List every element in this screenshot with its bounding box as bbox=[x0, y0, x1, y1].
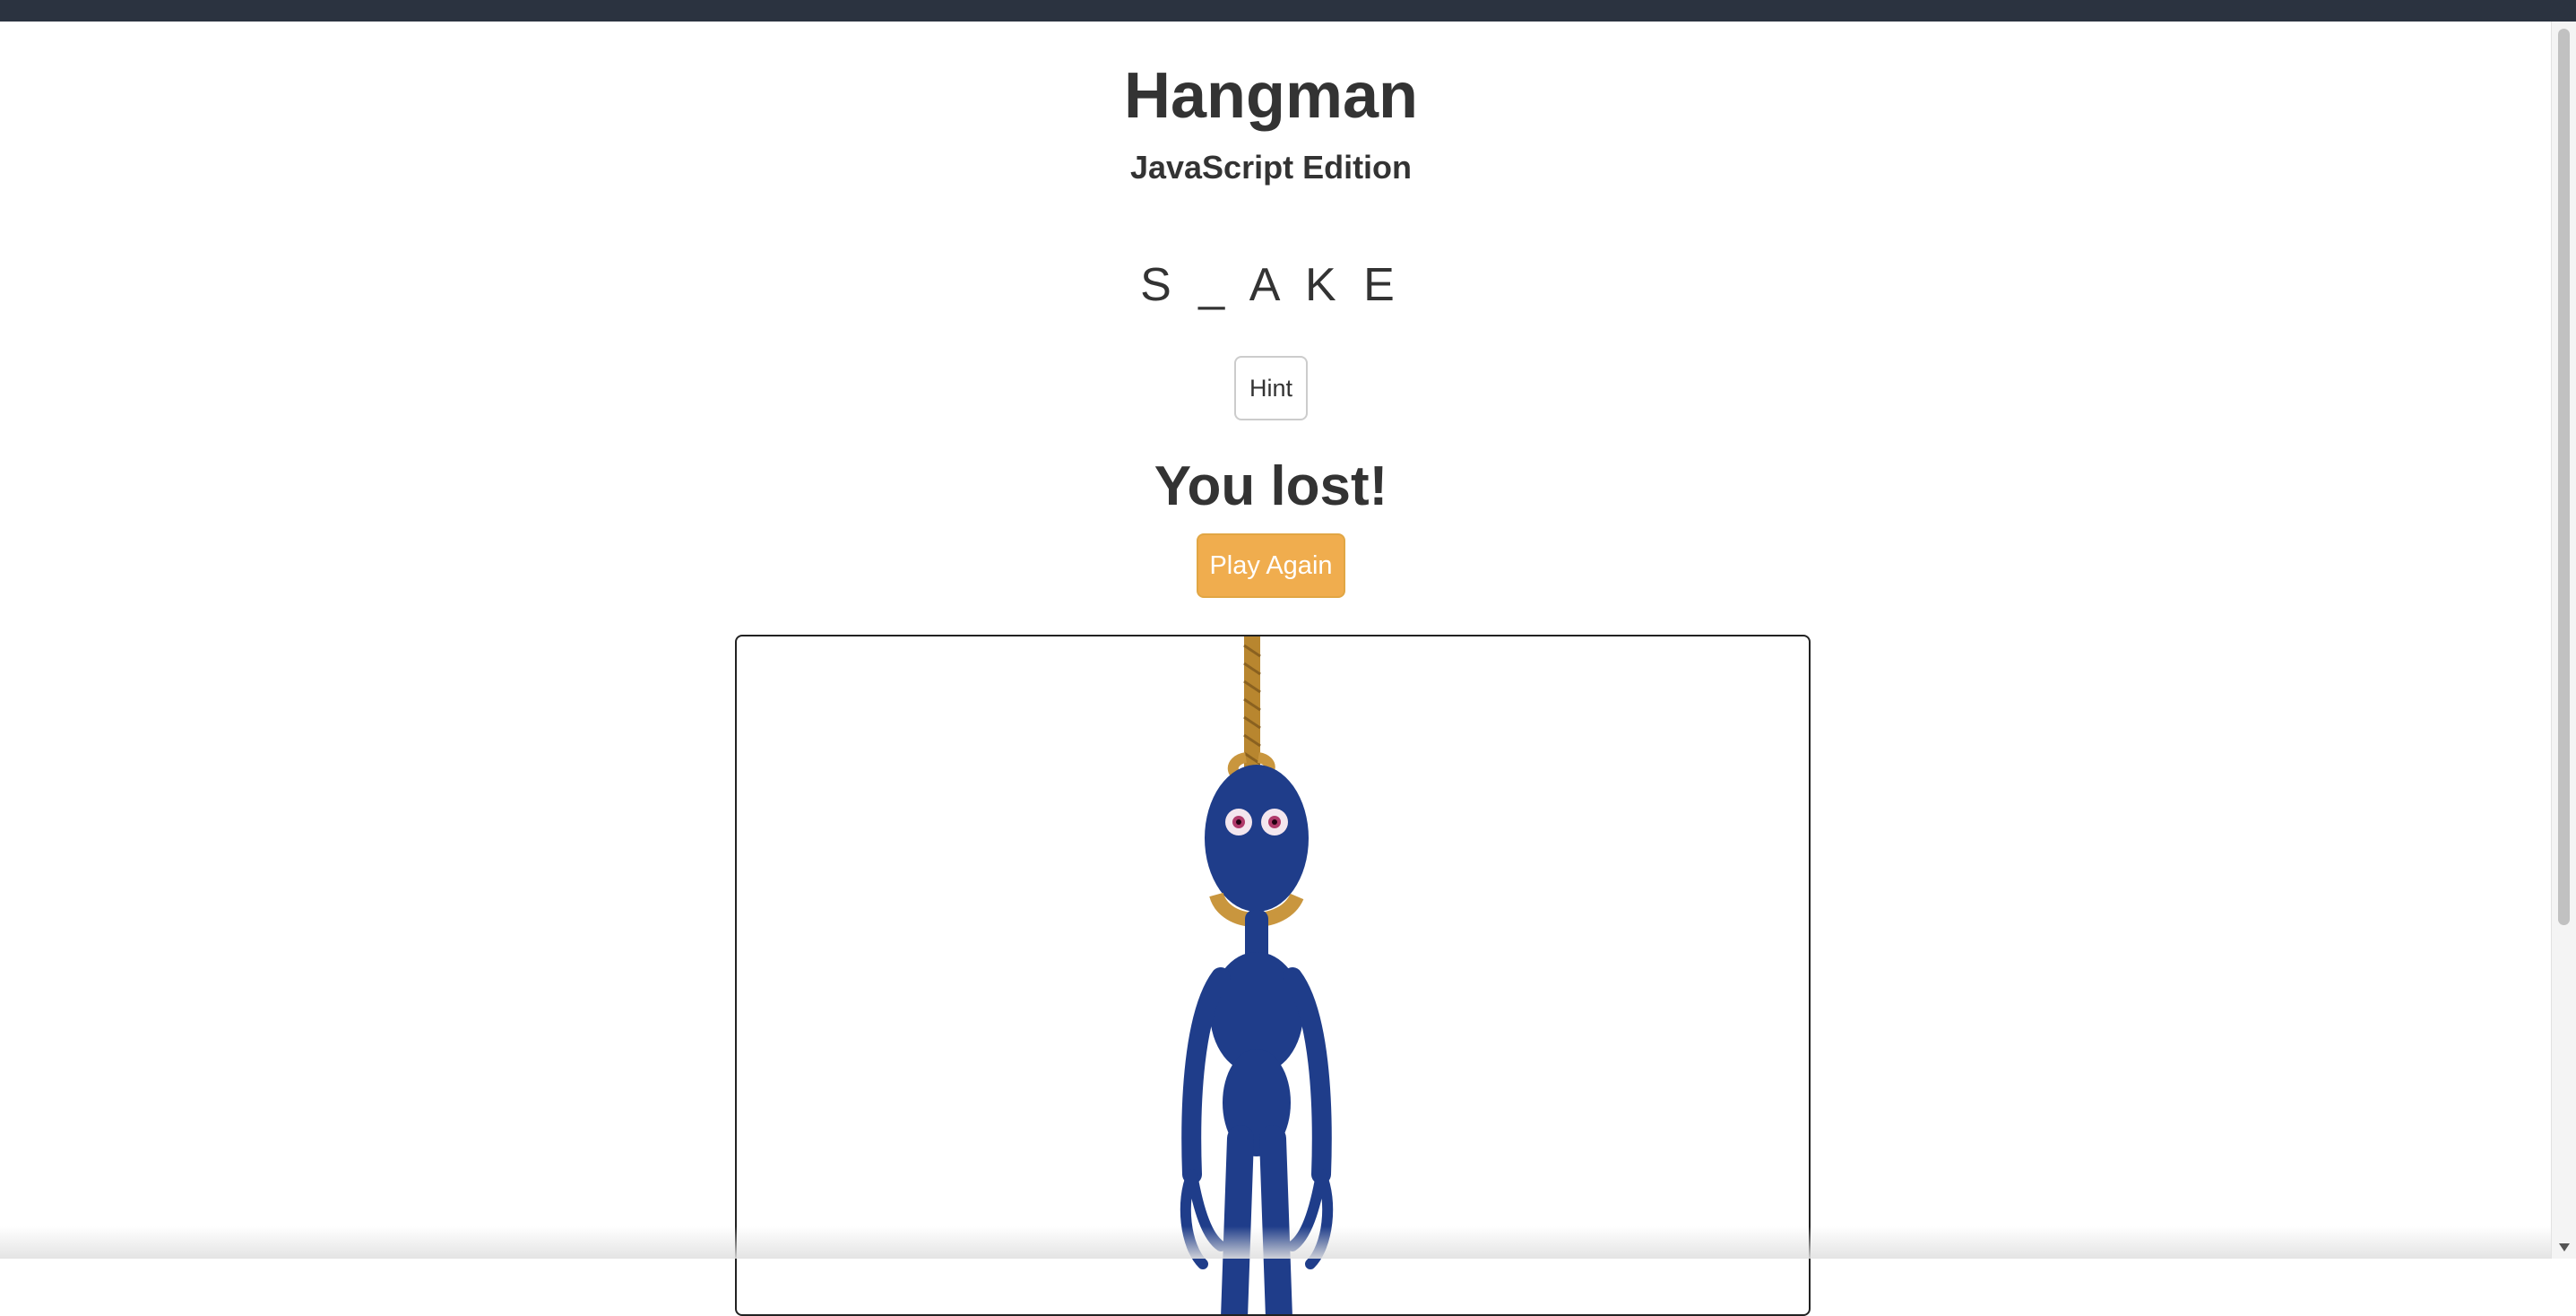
page-subtitle: JavaScript Edition bbox=[1129, 149, 1413, 186]
hint-container: Hint bbox=[0, 356, 2542, 420]
scrollbar-thumb[interactable] bbox=[2558, 29, 2570, 925]
page-title: Hangman bbox=[1123, 60, 1419, 132]
rope-icon bbox=[1227, 636, 1275, 784]
play-again-button[interactable]: Play Again bbox=[1197, 533, 1345, 598]
play-again-container: Play Again bbox=[0, 533, 2542, 598]
scroll-down-arrow-icon[interactable] bbox=[2559, 1243, 2570, 1251]
result-message: You lost! bbox=[1154, 455, 1388, 517]
vertical-scrollbar[interactable] bbox=[2551, 22, 2576, 1259]
hangman-image-frame bbox=[735, 635, 1811, 1316]
figure-head-icon bbox=[1205, 765, 1309, 912]
browser-top-bar bbox=[0, 0, 2576, 22]
page-content: Hangman JavaScript Edition S _ A K E Hin… bbox=[0, 22, 2551, 1316]
hint-button[interactable]: Hint bbox=[1234, 356, 1308, 420]
hangman-figure-image bbox=[1180, 636, 1334, 1314]
word-display: S _ A K E bbox=[1140, 259, 1402, 311]
window-bottom-shadow bbox=[0, 1226, 2551, 1259]
